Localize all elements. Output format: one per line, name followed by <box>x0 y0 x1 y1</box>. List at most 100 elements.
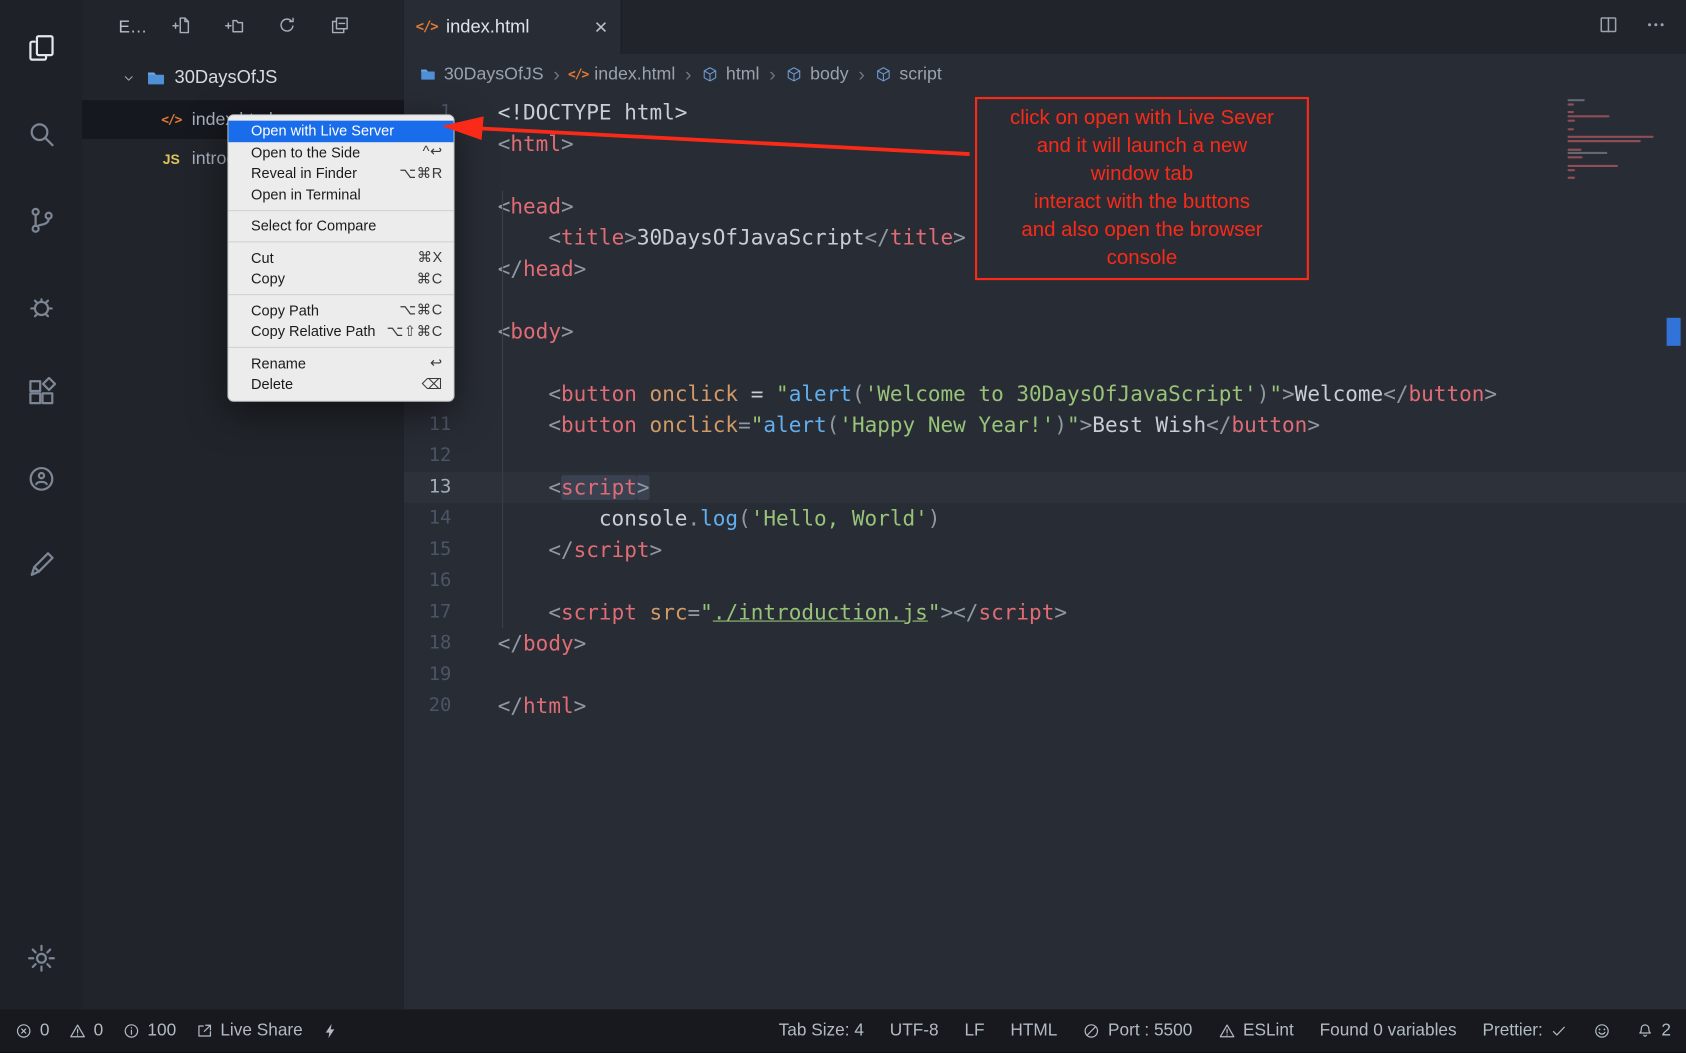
variables-status[interactable]: Found 0 variables <box>1320 1021 1457 1040</box>
code-text <box>451 566 497 597</box>
explorer-icon <box>25 32 56 63</box>
chevron-down-icon <box>121 69 137 85</box>
menu-separator <box>228 241 453 242</box>
code-line-9[interactable]: 9 <box>404 347 1686 378</box>
minimap-line <box>1568 128 1574 130</box>
feedback-smiley-status[interactable] <box>1593 1022 1610 1039</box>
code-line-12[interactable]: 12 <box>404 441 1686 472</box>
code-line-16[interactable]: 16 <box>404 566 1686 597</box>
menu-item-select-for-compare[interactable]: Select for Compare <box>228 215 453 236</box>
menu-item-open-in-terminal[interactable]: Open in Terminal <box>228 184 453 205</box>
code-line-13[interactable]: 13 <script> <box>404 472 1686 503</box>
line-number: 18 <box>404 628 451 659</box>
tab-index-html[interactable]: </> index.html × <box>404 0 622 54</box>
line-number: 14 <box>404 503 451 534</box>
notifications-status[interactable]: 2 <box>1637 1021 1671 1040</box>
code-line-10[interactable]: 10 <button onclick = "alert('Welcome to … <box>404 378 1686 409</box>
line-number: 11 <box>404 409 451 440</box>
errors-status[interactable]: 0 <box>15 1021 49 1040</box>
minimap[interactable] <box>1568 99 1660 181</box>
code-line-20[interactable]: 20</html> <box>404 691 1686 722</box>
menu-item-delete[interactable]: Delete⌫ <box>228 374 453 395</box>
symbol-icon <box>875 66 892 83</box>
pen-icon <box>25 549 56 580</box>
feedback-button[interactable] <box>0 521 82 607</box>
quick-action-status[interactable] <box>322 1022 339 1039</box>
breadcrumb-script[interactable]: script <box>875 64 942 84</box>
code-line-11[interactable]: 11 <button onclick="alert('Happy New Yea… <box>404 409 1686 440</box>
new-file-button[interactable] <box>171 15 191 41</box>
menu-item-copy[interactable]: Copy⌘C <box>228 268 453 289</box>
info-count-status[interactable]: 100 <box>123 1021 177 1040</box>
live-server-port-status[interactable]: Port : 5500 <box>1083 1021 1192 1040</box>
menu-item-open-with-live-server[interactable]: Open with Live Server <box>228 121 453 142</box>
tab-size-status[interactable]: Tab Size: 4 <box>779 1021 864 1040</box>
eol-status[interactable]: LF <box>964 1021 984 1040</box>
settings-button[interactable] <box>0 915 82 1001</box>
menu-item-label: Open with Live Server <box>251 123 394 139</box>
line-number: 16 <box>404 566 451 597</box>
annotation-text: click on open with Live Sever <box>979 105 1304 133</box>
line-number: 17 <box>404 597 451 628</box>
menu-item-label: Rename <box>251 355 306 371</box>
code-line-8[interactable]: 8<body> <box>404 316 1686 347</box>
live-share-status[interactable]: Live Share <box>196 1021 303 1040</box>
close-tab-icon[interactable]: × <box>594 16 607 39</box>
status-label: Port : 5500 <box>1108 1021 1192 1040</box>
more-actions-button[interactable] <box>1645 13 1667 40</box>
warnings-status[interactable]: 0 <box>69 1021 103 1040</box>
breadcrumb-separator: › <box>685 63 691 86</box>
breadcrumb-html[interactable]: html <box>701 64 759 84</box>
breadcrumb-separator: › <box>858 63 864 86</box>
search-button[interactable] <box>0 90 82 176</box>
menu-item-copy-relative-path[interactable]: Copy Relative Path⌥⇧⌘C <box>228 321 453 342</box>
menu-separator <box>228 347 453 348</box>
indent-guide <box>502 191 503 628</box>
status-label: 0 <box>40 1021 50 1040</box>
code-line-18[interactable]: 18</body> <box>404 628 1686 659</box>
code-line-15[interactable]: 15 </script> <box>404 534 1686 565</box>
bell-icon <box>1637 1022 1654 1039</box>
explorer-button[interactable] <box>0 4 82 90</box>
smiley-icon <box>1593 1022 1610 1039</box>
status-label: Prettier: <box>1482 1021 1542 1040</box>
annotation-text: and it will launch a new <box>979 133 1304 161</box>
source-control-button[interactable] <box>0 177 82 263</box>
collapse-folders-button[interactable] <box>329 15 349 41</box>
menu-item-copy-path[interactable]: Copy Path⌥⌘C <box>228 300 453 321</box>
prettier-status[interactable]: Prettier: <box>1482 1021 1567 1040</box>
code-line-7[interactable]: 7 <box>404 284 1686 315</box>
tree-item-30daysofjs[interactable]: 30DaysOfJS <box>82 55 404 100</box>
menu-item-cut[interactable]: Cut⌘X <box>228 247 453 268</box>
breadcrumb-separator: › <box>769 63 775 86</box>
status-label: UTF-8 <box>890 1021 939 1040</box>
split-editor-icon <box>1598 13 1620 35</box>
menu-item-reveal-in-finder[interactable]: Reveal in Finder⌥⌘R <box>228 163 453 184</box>
code-text: <script src="./introduction.js"></script… <box>451 597 1067 628</box>
tab-label: index.html <box>446 16 585 38</box>
code-line-19[interactable]: 19 <box>404 659 1686 690</box>
refresh-explorer-button[interactable] <box>277 15 297 41</box>
menu-item-shortcut: ⌘X <box>417 249 442 266</box>
code-text <box>451 284 497 315</box>
annotation-text: console <box>979 245 1304 273</box>
breadcrumb: 30DaysOfJS›</>index.html›html›body›scrip… <box>404 54 1686 95</box>
activity-bar-bottom <box>0 915 82 1001</box>
breadcrumb-30daysofjs[interactable]: 30DaysOfJS <box>419 64 544 84</box>
code-line-17[interactable]: 17 <script src="./introduction.js"></scr… <box>404 597 1686 628</box>
code-line-14[interactable]: 14 console.log('Hello, World') <box>404 503 1686 534</box>
menu-item-open-to-the-side[interactable]: Open to the Side^↩ <box>228 142 453 163</box>
eslint-status[interactable]: ESLint <box>1218 1021 1294 1040</box>
breadcrumb-body[interactable]: body <box>785 64 848 84</box>
language-mode-status[interactable]: HTML <box>1010 1021 1057 1040</box>
line-number: 19 <box>404 659 451 690</box>
menu-item-rename[interactable]: Rename↩ <box>228 353 453 374</box>
new-folder-button[interactable] <box>224 15 244 41</box>
split-editor-button[interactable] <box>1598 13 1620 40</box>
encoding-status[interactable]: UTF-8 <box>890 1021 939 1040</box>
editor-actions <box>1598 0 1686 54</box>
extensions-button[interactable] <box>0 349 82 435</box>
breadcrumb-index-html[interactable]: </>index.html <box>569 64 675 84</box>
run-debug-button[interactable] <box>0 263 82 349</box>
live-share-button[interactable] <box>0 435 82 521</box>
